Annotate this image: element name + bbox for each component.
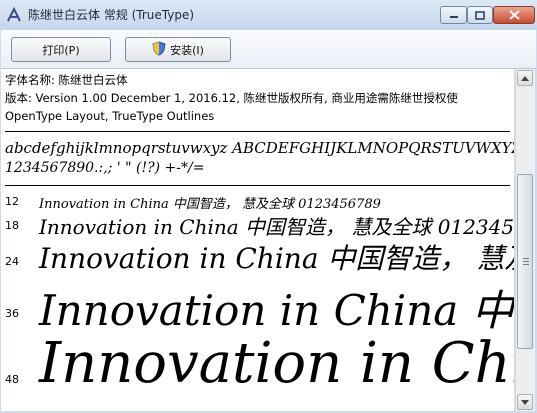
divider (5, 185, 510, 186)
vertical-scrollbar[interactable] (515, 69, 535, 411)
font-version-text: 版本: Version 1.00 December 1, 2016.12, 陈继… (5, 91, 458, 105)
maximize-button[interactable] (467, 6, 493, 24)
chevron-up-icon (521, 75, 529, 81)
chevron-down-icon (521, 399, 529, 405)
sample-text: Innovation in China 中国智造， 慧及全球 012345678… (39, 215, 514, 239)
minimize-button[interactable] (440, 6, 467, 24)
print-button-label: 打印(P) (42, 43, 80, 57)
sample-text: Innovation in China 中国智造， 慧及全球 012345678… (39, 197, 381, 212)
font-type-text: OpenType Layout, TrueType Outlines (5, 109, 215, 123)
install-button-label: 安装(I) (170, 43, 204, 57)
close-button[interactable] (493, 6, 535, 24)
charset-digits: 1234567890.:,; ' " (!?) +-*/= (5, 160, 205, 176)
install-button[interactable]: 安装(I) (125, 37, 231, 62)
font-viewer-window: 陈继世白云体 常规 (TrueType) 打印(P) 安装(I) 字体名称: 陈… (0, 0, 537, 413)
title-bar[interactable]: 陈继世白云体 常规 (TrueType) (0, 0, 537, 30)
scroll-down-button[interactable] (517, 394, 533, 410)
scroll-up-button[interactable] (517, 70, 533, 86)
toolbar: 打印(P) 安装(I) (1, 30, 536, 69)
maximize-icon (475, 10, 485, 20)
minimize-icon (449, 16, 458, 18)
sample-size-label: 36 (5, 307, 19, 320)
scrollbar-thumb[interactable] (517, 174, 533, 349)
shield-icon (152, 40, 166, 59)
font-name-text: 字体名称: 陈继世白云体 (5, 73, 128, 87)
sample-text: Innovation in China (39, 331, 514, 396)
font-preview-area: 字体名称: 陈继世白云体 版本: Version 1.00 December 1… (1, 69, 514, 411)
font-app-icon (6, 6, 22, 23)
window-title: 陈继世白云体 常规 (TrueType) (28, 8, 195, 22)
sample-size-label: 18 (5, 219, 19, 232)
charset-letters: abcdefghijklmnopqrstuvwxyz ABCDEFGHIJKLM… (5, 139, 514, 157)
print-button[interactable]: 打印(P) (11, 37, 111, 62)
sample-text: Innovation in China 中国智造 (39, 286, 514, 335)
sample-size-label: 24 (5, 255, 19, 268)
font-info: 字体名称: 陈继世白云体 版本: Version 1.00 December 1… (5, 71, 458, 125)
sample-text: Innovation in China 中国智造， 慧及全球 (39, 242, 514, 275)
sample-size-label: 12 (5, 195, 19, 208)
close-icon (508, 10, 520, 20)
divider (5, 131, 510, 132)
sample-size-label: 48 (5, 373, 19, 386)
